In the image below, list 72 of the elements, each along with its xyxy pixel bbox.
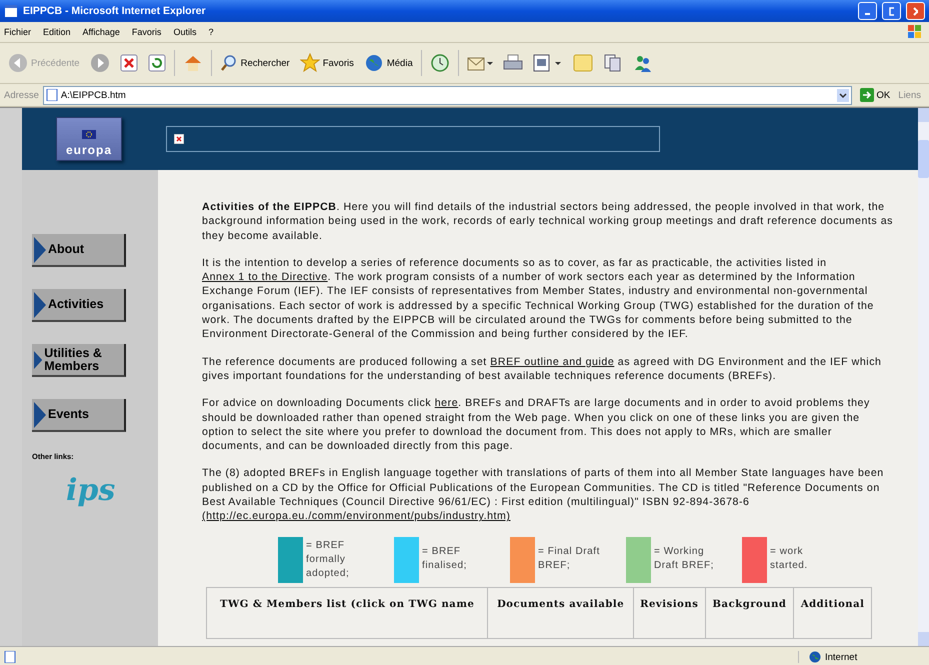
maximize-icon [889,6,894,16]
maximize-button[interactable] [882,2,901,20]
paragraph: It is the intention to develop a series of reference documents so as to cover, as far as practicable, the activities listed in Annex 1 to the Directive. The work program consists of a number of work sectors each year as determined by the Information Exchange Forum (IEF). The IEF consists of representatives from Member States, industry and environmental non-governmental organisations. Each sector of work is addressed by a specific Technical Working Group (TWG) established for the duration of the work. The documents drafted by the EIPPCB will be circulated around the TWGs for comments before being submitted to the Environment Directorate-General of the Commission and being further considered by the IEF. [202,256,875,342]
pages-icon [602,53,623,73]
minimize-button[interactable] [858,2,877,20]
link[interactable]: BREF outline and guide [490,356,614,368]
legend-label: = BREF finalised; [422,544,468,573]
menu-item[interactable]: Favoris [132,27,162,37]
column-header: Additional [794,587,872,638]
triangle-icon [34,292,46,318]
legend-label: = BREF formally adopted; [306,538,350,581]
paragraph: The reference documents are produced following a set BREF outline and guide as agreed with DG Environment and the IEF which gives important foundations for the understanding of best available techniques reference documents (BREFs). [202,354,882,384]
globe-icon [364,53,384,73]
document-icon [532,54,563,72]
page-icon [4,651,16,663]
nav-button[interactable]: Events [32,399,126,432]
toolbar-button[interactable]: Rechercher [218,52,292,74]
paragraph: Activities of the EIPPCB. Here you will find details of the industrial sectors being addressed, the people involved in that work, the background information being used in the work, records of early technical working group meetings and draft reference documents as they become available. [202,200,894,243]
toolbar-button[interactable]: Favoris [298,51,356,75]
menu-item[interactable]: Fichier [4,27,32,37]
arrow-icon [860,88,874,102]
minimize-icon [865,13,870,15]
broken-image-icon [174,134,184,144]
nav-button[interactable]: Utilities & Members [32,344,126,377]
refresh-icon [148,54,166,72]
printer-icon [502,54,523,72]
star-icon [300,53,320,73]
close-button[interactable] [906,2,925,20]
link[interactable]: Annex 1 to the Directive [202,271,328,284]
toolbar-button[interactable]: Média [362,51,415,75]
address-label: Adresse [4,90,39,100]
close-icon [913,6,918,16]
triangle-icon [34,236,46,262]
link[interactable]: (http://ec.europa.eu./comm/environment/pubs/industry.htm) [202,510,510,522]
link[interactable]: here [434,397,458,410]
home-icon [182,54,203,72]
windows-flag-icon [907,24,923,40]
globe-icon [809,651,821,663]
window-title: EIPPCB - Microsoft Internet Explorer [23,5,207,17]
zone-label: Internet [825,652,858,662]
clock-icon [430,53,450,73]
back-icon [8,53,28,73]
column-header: TWG & Members list (click on TWG name [206,587,488,638]
column-header: Revisions [633,587,706,638]
dropdown-icon[interactable] [836,88,849,102]
toolbar-button[interactable] [118,52,140,74]
scrollbar[interactable] [918,108,929,646]
nav-button[interactable]: About [32,234,126,267]
triangle-icon [34,402,46,428]
nav-button[interactable]: Activities [32,289,126,322]
page-icon [46,89,58,101]
menu-item[interactable]: ? [208,27,214,37]
note-icon [572,54,593,72]
page-icon [4,4,18,18]
menu-item[interactable]: Affichage [82,27,120,37]
toolbar-button[interactable] [146,52,168,74]
search-icon [220,54,238,72]
legend-label: = Final Draft BREF; [538,544,601,573]
legend-label: = Working Draft BREF; [654,544,715,573]
paragraph: For advice on downloading Documents click here. BREFs and DRAFTs are large documents and in order to avoid problems they should be downloaded rather than opened straight from the Web page. When you click on one of these links you are given the option to select the site where you prefer to download the document from. This does not apply to MRs, which are smaller documents, and can be downloaded directly from this page. [202,396,871,454]
menu-item[interactable]: Edition [43,27,71,37]
stop-icon [120,54,138,72]
people-icon [632,53,653,73]
go-button[interactable]: OK [856,88,894,102]
column-header: Documents available [488,587,634,638]
menu-item[interactable]: Outils [173,27,196,37]
forward-icon [90,53,110,73]
europa-logo[interactable]: europa [56,117,122,161]
column-header: Background [705,587,794,638]
address-field[interactable]: A:\EIPPCB.htm [42,86,852,104]
paragraph: The (8) adopted BREFs in English language together with translations of parts of them into all Member State languages have been published on a CD by the Office for Official Publications of the European Communities. The CD is titled "Reference Documents on Best Available Techniques (Council Directive 96/61/EC) : First edition (multilingual)" ISBN 92-894-3678-6 (http://ec.europa.eu./comm/environment/pubs/industry.htm) [202,466,885,524]
legend-label: = work started. [770,544,809,573]
